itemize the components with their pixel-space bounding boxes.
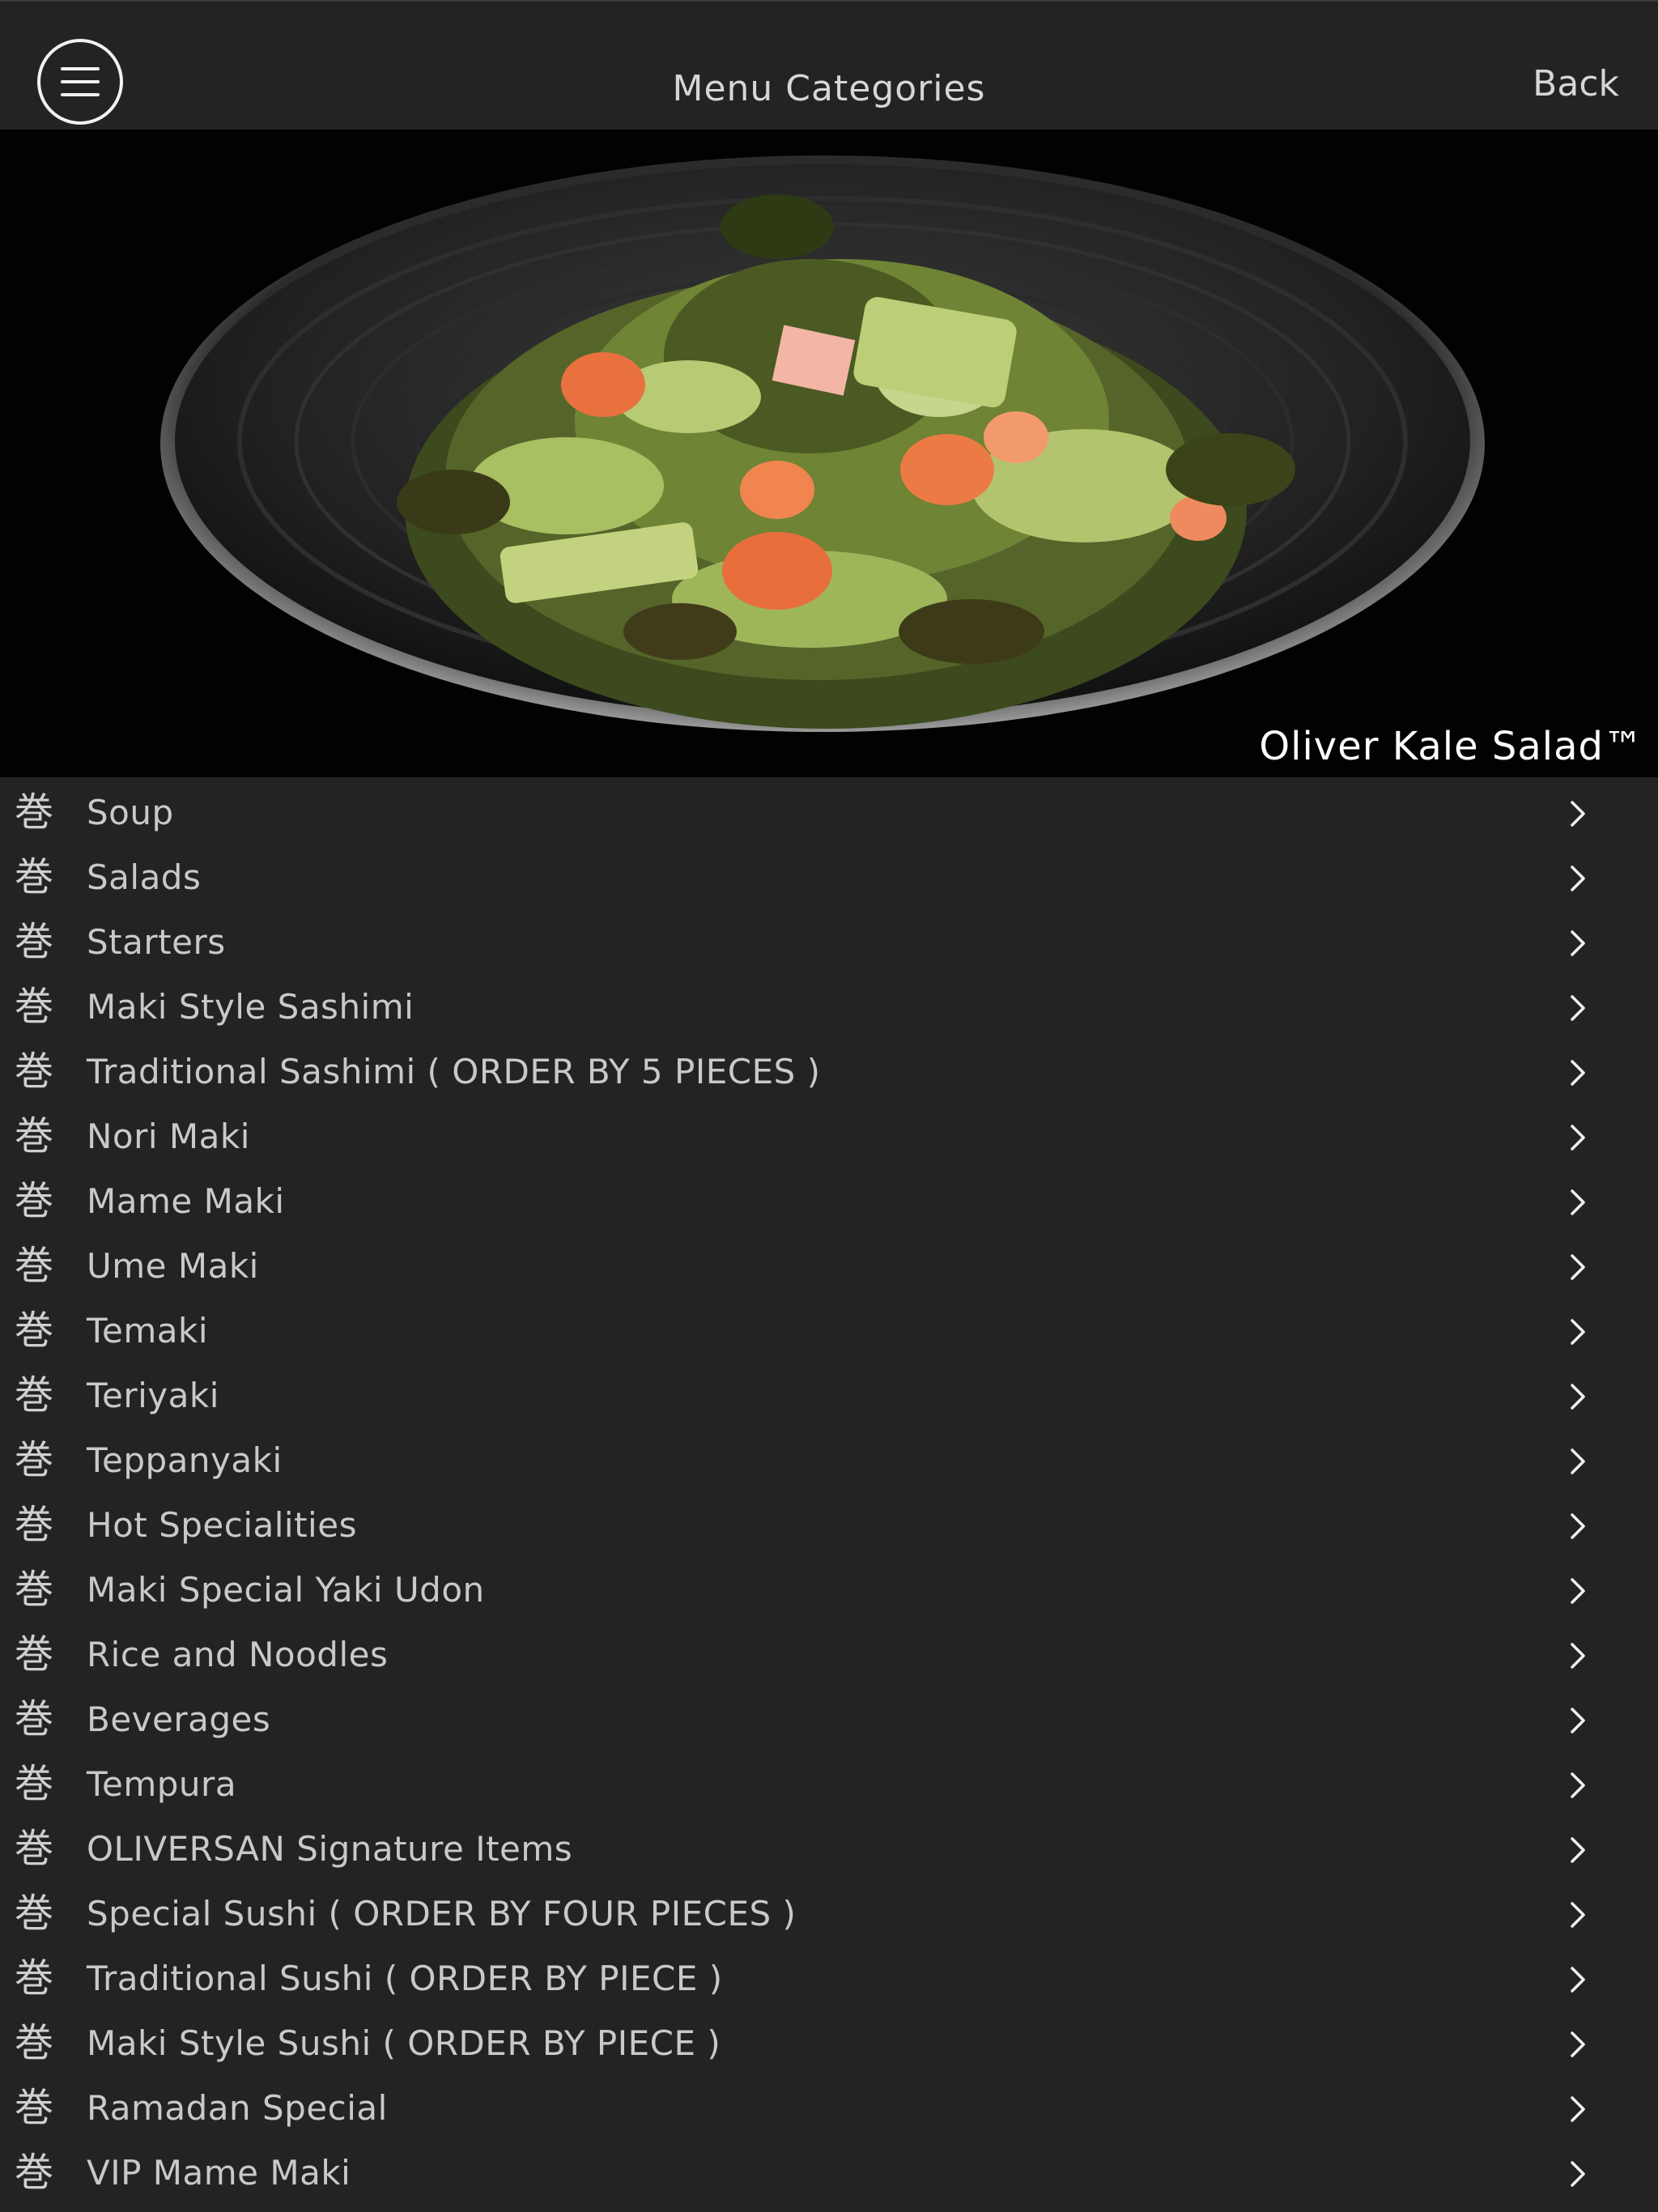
category-list: 巻 Soup 巻 Salads 巻 Starters 巻 Maki Style Sashimi… [0,780,1658,2205]
maki-glyph-icon: 巻 [15,1372,54,1418]
back-button[interactable]: Back [1533,62,1619,107]
category-row[interactable]: 巻 Special Sushi ( ORDER BY FOUR PIECES ) [0,1881,1658,1946]
category-label: Starters [87,922,226,962]
category-row[interactable]: 巻 Ramadan Special [0,2075,1658,2140]
top-bar: Menu Categories Back [0,0,1658,130]
category-label: Traditional Sashimi ( ORDER BY 5 PIECES … [87,1052,821,1091]
category-row[interactable]: 巻 Salads [0,844,1658,909]
category-row[interactable]: 巻 Maki Style Sushi ( ORDER BY PIECE ) [0,2010,1658,2075]
maki-glyph-icon: 巻 [15,1631,54,1677]
maki-glyph-icon: 巻 [15,789,54,835]
category-label: Traditional Sushi ( ORDER BY PIECE ) [87,1959,723,1998]
category-label: Mame Maki [87,1181,285,1221]
maki-glyph-icon: 巻 [15,919,54,964]
category-row[interactable]: 巻 OLIVERSAN Signature Items [0,1816,1658,1881]
maki-glyph-icon: 巻 [15,1437,54,1482]
category-label: VIP Mame Maki [87,2153,351,2193]
chevron-right-icon [1571,1319,1585,1345]
maki-glyph-icon: 巻 [15,1502,54,1547]
chevron-right-icon [1571,1578,1585,1604]
category-label: Soup [87,793,174,832]
category-row[interactable]: 巻 Tempura [0,1751,1658,1816]
category-row[interactable]: 巻 Teriyaki [0,1363,1658,1427]
category-row[interactable]: 巻 Maki Special Yaki Udon [0,1557,1658,1622]
hero-banner: Oliver Kale Salad™ [0,130,1658,777]
chevron-right-icon [1571,1772,1585,1798]
chevron-right-icon [1571,1254,1585,1280]
chevron-right-icon [1571,1837,1585,1863]
maki-glyph-icon: 巻 [15,2020,54,2065]
category-row[interactable]: 巻 Teppanyaki [0,1427,1658,1492]
category-row[interactable]: 巻 Traditional Sushi ( ORDER BY PIECE ) [0,1946,1658,2010]
category-label: Teriyaki [87,1376,219,1415]
category-row[interactable]: 巻 Rice and Noodles [0,1622,1658,1687]
category-label: Ume Maki [87,1246,259,1286]
category-row[interactable]: 巻 Beverages [0,1687,1658,1751]
category-label: Rice and Noodles [87,1635,389,1674]
category-row[interactable]: 巻 Traditional Sashimi ( ORDER BY 5 PIECES… [0,1039,1658,1104]
maki-glyph-icon: 巻 [15,1308,54,1353]
category-row[interactable]: 巻 Maki Style Sashimi [0,974,1658,1039]
category-label: Special Sushi ( ORDER BY FOUR PIECES ) [87,1894,797,1933]
maki-glyph-icon: 巻 [15,1567,54,1612]
maki-glyph-icon: 巻 [15,1826,54,1871]
category-label: Hot Specialities [87,1505,357,1545]
category-row[interactable]: 巻 VIP Mame Maki [0,2140,1658,2205]
chevron-right-icon [1571,1643,1585,1669]
maki-glyph-icon: 巻 [15,1113,54,1159]
chevron-right-icon [1571,1060,1585,1086]
category-row[interactable]: 巻 Starters [0,909,1658,974]
chevron-right-icon [1571,1125,1585,1151]
category-row[interactable]: 巻 Nori Maki [0,1104,1658,1168]
maki-glyph-icon: 巻 [15,1696,54,1742]
chevron-right-icon [1571,2161,1585,2187]
category-row[interactable]: 巻 Mame Maki [0,1168,1658,1233]
category-label: Temaki [87,1311,208,1351]
chevron-right-icon [1571,1189,1585,1215]
maki-glyph-icon: 巻 [15,2150,54,2195]
maki-glyph-icon: 巻 [15,1891,54,1936]
category-row[interactable]: 巻 Hot Specialities [0,1492,1658,1557]
page-title: Menu Categories [672,68,986,109]
category-label: Maki Special Yaki Udon [87,1570,485,1610]
chevron-right-icon [1571,1448,1585,1474]
maki-glyph-icon: 巻 [15,1243,54,1288]
chevron-right-icon [1571,1513,1585,1539]
chevron-right-icon [1571,2096,1585,2122]
chevron-right-icon [1571,801,1585,827]
chevron-right-icon [1571,1384,1585,1410]
chevron-right-icon [1571,1967,1585,1993]
maki-glyph-icon: 巻 [15,984,54,1029]
category-label: Beverages [87,1699,271,1739]
category-row[interactable]: 巻 Temaki [0,1298,1658,1363]
chevron-right-icon [1571,1708,1585,1733]
category-label: Teppanyaki [87,1440,283,1480]
category-row[interactable]: 巻 Ume Maki [0,1233,1658,1298]
category-row[interactable]: 巻 Soup [0,780,1658,844]
chevron-right-icon [1571,930,1585,956]
category-label: Ramadan Special [87,2088,388,2128]
chevron-right-icon [1571,866,1585,891]
maki-glyph-icon: 巻 [15,1178,54,1223]
featured-dish-caption: Oliver Kale Salad™ [1259,724,1643,769]
maki-glyph-icon: 巻 [15,854,54,900]
category-label: Salads [87,857,202,897]
maki-glyph-icon: 巻 [15,1049,54,1094]
category-label: Maki Style Sushi ( ORDER BY PIECE ) [87,2023,721,2063]
chevron-right-icon [1571,2031,1585,2057]
maki-glyph-icon: 巻 [15,2085,54,2130]
category-label: Nori Maki [87,1117,250,1156]
chevron-right-icon [1571,995,1585,1021]
maki-glyph-icon: 巻 [15,1955,54,2001]
salad-dish-image [0,130,1658,777]
category-label: Maki Style Sashimi [87,987,414,1027]
maki-glyph-icon: 巻 [15,1761,54,1806]
category-label: Tempura [87,1764,237,1804]
category-label: OLIVERSAN Signature Items [87,1829,573,1869]
chevron-right-icon [1571,1902,1585,1928]
